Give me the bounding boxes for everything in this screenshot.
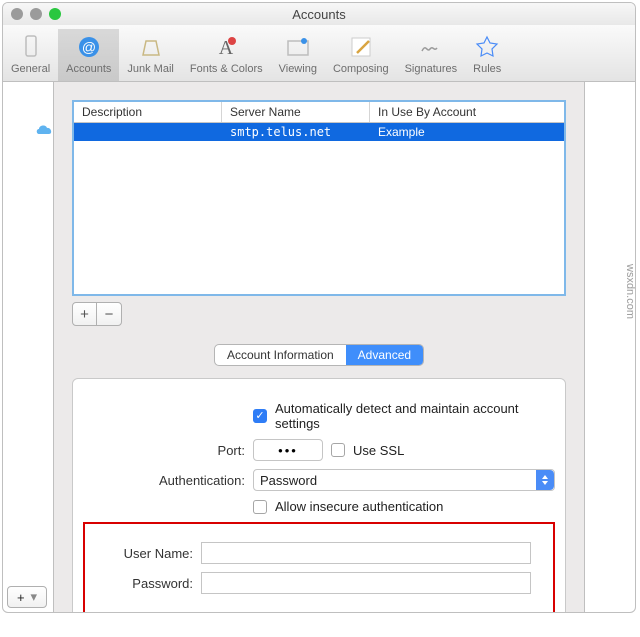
chevron-updown-icon: [536, 470, 554, 490]
password-field[interactable]: [201, 572, 531, 594]
signatures-icon: [417, 33, 445, 61]
username-field[interactable]: [201, 542, 531, 564]
tab-label: Junk Mail: [127, 63, 173, 75]
general-icon: [17, 33, 45, 61]
highlighted-credentials: User Name: Password:: [83, 522, 555, 613]
tab-general[interactable]: General: [3, 29, 58, 81]
preferences-toolbar: General @ Accounts Junk Mail A Fonts & C…: [3, 25, 635, 82]
tab-label: Signatures: [405, 63, 458, 75]
port-field[interactable]: [253, 439, 323, 461]
port-label: Port:: [83, 443, 253, 458]
viewing-icon: [284, 33, 312, 61]
authentication-label: Authentication:: [83, 473, 253, 488]
server-list[interactable]: Description Server Name In Use By Accoun…: [72, 100, 566, 296]
add-account-button[interactable]: + ▾: [7, 586, 47, 608]
authentication-value: Password: [260, 473, 317, 488]
svg-text:@: @: [82, 39, 96, 55]
column-header-inuse[interactable]: In Use By Account: [370, 102, 564, 122]
tab-label: Composing: [333, 63, 389, 75]
tab-account-information[interactable]: Account Information: [215, 345, 346, 365]
window-title: Accounts: [11, 7, 627, 22]
tab-viewing[interactable]: Viewing: [271, 29, 325, 81]
smtp-settings-sheet: Description Server Name In Use By Accoun…: [53, 82, 585, 613]
use-ssl-checkbox[interactable]: [331, 443, 345, 457]
allow-insecure-checkbox[interactable]: [253, 500, 267, 514]
cell-description: [74, 123, 222, 141]
authentication-select[interactable]: Password: [253, 469, 555, 491]
composing-icon: [347, 33, 375, 61]
fonts-icon: A: [212, 33, 240, 61]
use-ssl-label: Use SSL: [353, 443, 404, 458]
at-icon: @: [75, 33, 103, 61]
cell-server: smtp.telus.net: [222, 123, 370, 141]
tab-signatures[interactable]: Signatures: [397, 29, 466, 81]
close-icon[interactable]: [11, 8, 23, 20]
add-server-button[interactable]: +: [73, 303, 97, 325]
tab-advanced[interactable]: Advanced: [346, 345, 423, 365]
window-titlebar: Accounts: [3, 3, 635, 25]
advanced-form: Automatically detect and maintain accoun…: [72, 378, 566, 613]
password-label: Password:: [93, 576, 201, 591]
tab-label: Fonts & Colors: [190, 63, 263, 75]
allow-insecure-label: Allow insecure authentication: [275, 499, 443, 514]
tab-label: Accounts: [66, 63, 111, 75]
remove-server-button[interactable]: −: [97, 303, 121, 325]
tab-label: General: [11, 63, 50, 75]
auto-detect-checkbox[interactable]: [253, 409, 267, 423]
auto-detect-label: Automatically detect and maintain accoun…: [275, 401, 555, 431]
table-row[interactable]: smtp.telus.net Example: [74, 123, 564, 141]
rules-icon: [473, 33, 501, 61]
plus-icon: +: [17, 590, 25, 605]
minimize-icon[interactable]: [30, 8, 42, 20]
tab-accounts[interactable]: @ Accounts: [58, 29, 119, 81]
column-header-description[interactable]: Description: [74, 102, 222, 122]
tab-label: Rules: [473, 63, 501, 75]
watermark: wsxdn.com: [624, 263, 636, 318]
settings-segmented: Account Information Advanced: [214, 344, 424, 366]
tab-junk-mail[interactable]: Junk Mail: [119, 29, 181, 81]
column-header-server[interactable]: Server Name: [222, 102, 370, 122]
dropdown-icon: ▾: [31, 589, 38, 605]
cell-inuse: Example: [370, 123, 564, 141]
username-label: User Name:: [93, 546, 201, 561]
junk-icon: [137, 33, 165, 61]
add-remove-segmented: + −: [72, 302, 122, 326]
tab-rules[interactable]: Rules: [465, 29, 509, 81]
tab-label: Viewing: [279, 63, 317, 75]
tab-fonts-colors[interactable]: A Fonts & Colors: [182, 29, 271, 81]
tab-composing[interactable]: Composing: [325, 29, 397, 81]
zoom-icon[interactable]: [49, 8, 61, 20]
